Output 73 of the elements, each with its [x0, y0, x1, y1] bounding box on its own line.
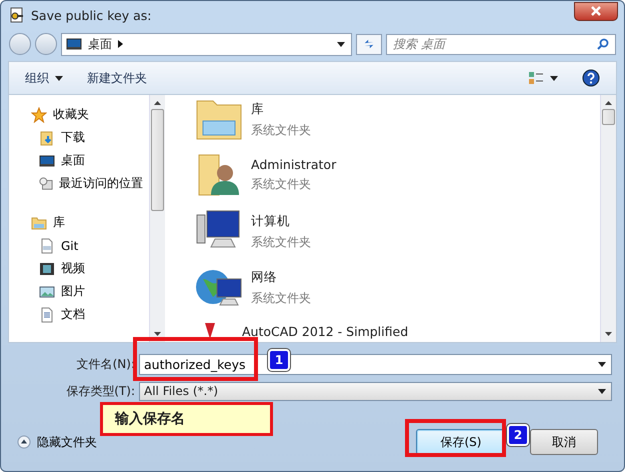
picture-icon	[39, 284, 55, 300]
field-label: 保存类型(T):	[65, 382, 136, 400]
file-name: 计算机	[251, 213, 291, 230]
file-name: 网络	[251, 269, 278, 286]
cancel-button[interactable]: 取消	[530, 429, 598, 455]
sidebar-item[interactable]: 收藏夹	[9, 103, 149, 126]
close-button[interactable]	[574, 2, 618, 20]
close-icon	[591, 6, 601, 16]
hide-folders-button[interactable]: 隐藏文件夹	[13, 434, 101, 450]
caret-icon	[55, 76, 63, 80]
file-type: 系统文件夹	[251, 122, 311, 139]
scroll-thumb[interactable]	[602, 109, 615, 125]
dropdown-value: All Files (*.*)	[144, 384, 218, 398]
sidebar-item[interactable]: 视频	[9, 257, 149, 280]
new-folder-button[interactable]: 新建文件夹	[79, 66, 155, 90]
desktop-icon	[66, 36, 82, 52]
search-icon	[597, 38, 609, 50]
document-icon	[39, 306, 55, 322]
sidebar-item[interactable]: 最近访问的位置	[9, 172, 149, 195]
file-item[interactable]: 库 系统文件夹	[195, 97, 600, 149]
file-item[interactable]: Administrator 系统文件夹	[195, 153, 600, 205]
view-list-icon	[528, 71, 544, 85]
window-title: Save public key as:	[31, 8, 152, 22]
address-location: 桌面	[88, 36, 112, 52]
callout-note: 输入保存名	[100, 402, 273, 436]
file-type-dropdown[interactable]: All Files (*.*)	[139, 382, 612, 400]
chevron-icon	[118, 40, 123, 48]
scrollbar[interactable]	[600, 95, 616, 342]
desktop-icon	[39, 152, 55, 168]
download-folder-icon	[39, 130, 55, 146]
file-name: 库	[251, 101, 265, 118]
search-field[interactable]: 搜索 桌面	[393, 34, 597, 54]
scroll-down-icon[interactable]	[154, 332, 161, 336]
film-icon	[39, 260, 55, 276]
sidebar-item[interactable]: 下载	[9, 126, 149, 149]
sidebar-item[interactable]: 文档	[9, 303, 149, 326]
address-bar[interactable]: 桌面	[61, 32, 352, 56]
step-number-badge: 2	[507, 424, 529, 446]
field-label: 文件名(N):	[76, 356, 136, 372]
caret-icon	[598, 362, 606, 366]
scrollbar[interactable]	[149, 95, 165, 342]
organize-button[interactable]: 组织	[17, 66, 71, 90]
file-type: 系统文件夹	[251, 176, 312, 193]
file-name: AutoCAD 2012 - Simplified	[242, 324, 408, 338]
file-item[interactable]: 网络 系统文件夹	[195, 265, 600, 317]
sidebar-item[interactable]: Git	[9, 234, 149, 257]
scroll-up-icon[interactable]	[154, 101, 161, 105]
file-type: 系统文件夹	[251, 290, 311, 307]
file-name: Administrator	[251, 157, 336, 172]
sidebar-item[interactable]: 桌面	[9, 149, 149, 172]
caret-icon	[337, 42, 345, 46]
file-icon	[39, 238, 55, 254]
help-icon	[582, 69, 600, 87]
file-item[interactable]: 计算机 系统文件夹	[195, 209, 600, 261]
app-icon	[205, 323, 215, 339]
sidebar-item[interactable]: 库	[9, 211, 149, 234]
scroll-thumb[interactable]	[151, 109, 164, 211]
caret-icon	[550, 76, 558, 80]
caret-icon	[598, 388, 606, 394]
refresh-icon	[363, 37, 375, 51]
file-item[interactable]: AutoCAD 2012 - Simplified	[195, 321, 600, 341]
key-document-icon	[9, 7, 25, 23]
refresh-button[interactable]	[356, 34, 382, 54]
step-number-badge: 1	[268, 349, 290, 371]
search-box[interactable]: 搜索 桌面	[386, 34, 616, 54]
sidebar-item[interactable]: 图片	[9, 280, 149, 303]
recent-places-icon	[39, 176, 53, 192]
scroll-up-icon[interactable]	[605, 101, 612, 105]
file-type: 系统文件夹	[251, 234, 311, 251]
library-folder-icon	[31, 214, 47, 230]
scroll-down-icon[interactable]	[605, 332, 612, 336]
star-icon	[31, 106, 47, 122]
collapse-icon	[17, 435, 31, 449]
